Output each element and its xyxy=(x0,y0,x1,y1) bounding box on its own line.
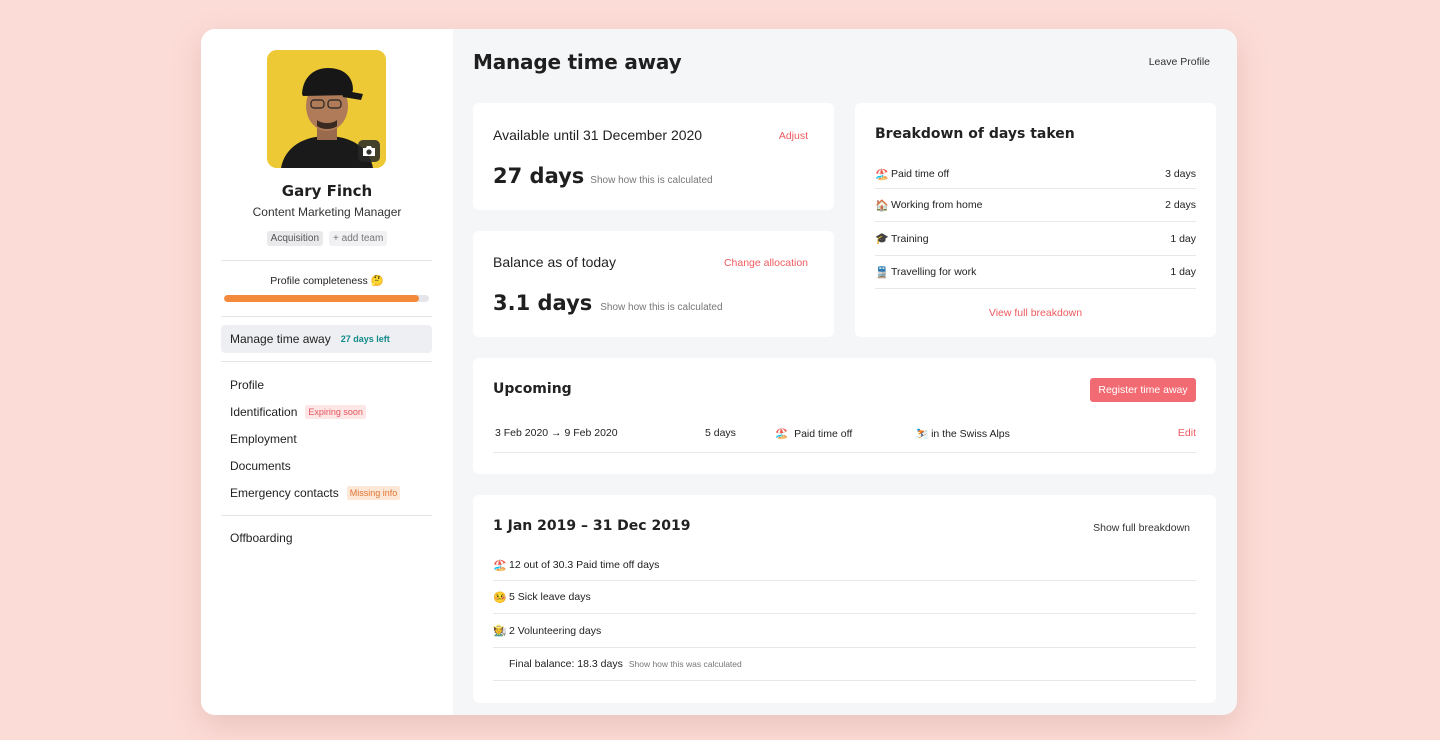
nav-item-documents[interactable]: Documents xyxy=(230,459,291,473)
nav-item-profile[interactable]: Profile xyxy=(230,378,264,392)
view-full-breakdown-link[interactable]: View full breakdown xyxy=(855,307,1216,319)
nav-item-label: Profile xyxy=(230,378,265,392)
profile-sidebar: Gary Finch Content Marketing Manager Acq… xyxy=(201,29,453,715)
beach-icon: 🏖️ xyxy=(775,428,789,440)
balance-days: 3.1 days xyxy=(493,291,593,315)
breakdown-row: 🏖️ Paid time off 3 days xyxy=(875,160,1196,189)
nav-item-identification[interactable]: Identification Expiring soon xyxy=(230,405,366,419)
breakdown-label: Working from home xyxy=(891,199,983,211)
days-left-badge: 27 days left xyxy=(340,334,390,344)
profile-completeness-bar xyxy=(224,295,429,302)
period-row-label: 2 Volunteering days xyxy=(509,624,602,637)
period-row-label: 12 out of 30.3 Paid time off days xyxy=(509,559,660,571)
upcoming-type-label: Paid time off xyxy=(794,427,853,440)
breakdown-value: 1 day xyxy=(1170,232,1196,245)
progress-fill xyxy=(224,295,419,302)
period-card: 1 Jan 2019 – 31 Dec 2019 Show full break… xyxy=(473,495,1216,703)
show-full-breakdown-link[interactable]: Show full breakdown xyxy=(1093,522,1190,534)
skier-icon: ⛷️ xyxy=(915,428,929,440)
sick-face-icon: 🤒 xyxy=(493,591,507,604)
divider xyxy=(221,361,432,362)
breakdown-label: Travelling for work xyxy=(891,266,977,278)
upcoming-note-label: in the Swiss Alps xyxy=(931,427,1010,440)
balance-card: Balance as of today Change allocation 3.… xyxy=(473,231,834,337)
breakdown-value: 2 days xyxy=(1165,199,1196,211)
breakdown-row: 🚆 Travelling for work 1 day xyxy=(875,256,1196,289)
leave-profile-link[interactable]: Leave Profile xyxy=(1149,56,1210,68)
main-content: Manage time away Leave Profile Available… xyxy=(453,29,1237,715)
beach-icon: 🏖️ xyxy=(493,559,507,572)
add-team-button[interactable]: + add team xyxy=(329,231,388,246)
period-row-label: 5 Sick leave days xyxy=(509,591,591,603)
breakdown-row: 🎓 Training 1 day xyxy=(875,222,1196,256)
farmer-icon: 🧑‍🌾 xyxy=(493,625,507,637)
edit-link[interactable]: Edit xyxy=(1178,427,1196,439)
nav-item-manage-time-away[interactable]: Manage time away 27 days left xyxy=(221,325,432,353)
upcoming-type: 🏖️ Paid time off xyxy=(775,427,853,441)
upcoming-note: ⛷️ in the Swiss Alps xyxy=(915,427,1010,441)
calculation-link[interactable]: Show how this is calculated xyxy=(600,302,722,313)
breakdown-label: Training xyxy=(891,232,929,245)
nav-item-label: Identification xyxy=(230,405,298,419)
breakdown-value: 1 day xyxy=(1170,266,1196,278)
upcoming-row: 3 Feb 2020 → 9 Feb 2020 5 days 🏖️ Paid t… xyxy=(493,416,1196,453)
nav-item-label: Manage time away xyxy=(230,332,331,346)
final-balance-calculation-link[interactable]: Show how this was calculated xyxy=(629,659,742,669)
period-row: 🤒 5 Sick leave days xyxy=(493,581,1196,614)
period-row: 🧑‍🌾 2 Volunteering days xyxy=(493,614,1196,648)
final-balance-row: Final balance: 18.3 days Show how this w… xyxy=(493,648,1196,681)
nav-item-label: Offboarding xyxy=(230,531,293,545)
user-role: Content Marketing Manager xyxy=(252,205,402,219)
avatar[interactable] xyxy=(267,50,386,168)
breakdown-row: 🏠 Working from home 2 days xyxy=(875,189,1196,222)
divider xyxy=(221,316,432,317)
divider xyxy=(221,260,432,261)
team-chips: Acquisition + add team xyxy=(201,231,453,246)
card-title: 1 Jan 2019 – 31 Dec 2019 xyxy=(493,518,691,534)
card-title: Upcoming xyxy=(493,381,572,397)
final-balance-label: Final balance: 18.3 days xyxy=(509,658,623,670)
team-chip[interactable]: Acquisition xyxy=(266,231,324,246)
app-window: Gary Finch Content Marketing Manager Acq… xyxy=(201,29,1237,715)
available-value-row: 27 days Show how this is calculated xyxy=(493,164,713,188)
nav-item-employment[interactable]: Employment xyxy=(230,432,297,446)
calculation-link[interactable]: Show how this is calculated xyxy=(590,175,712,186)
nav-item-emergency-contacts[interactable]: Emergency contacts Missing info xyxy=(230,486,401,500)
nav-item-label: Documents xyxy=(230,459,291,473)
beach-icon: 🏖️ xyxy=(875,168,889,181)
balance-value-row: 3.1 days Show how this is calculated xyxy=(493,291,723,315)
register-time-away-button[interactable]: Register time away xyxy=(1090,378,1196,402)
nav-item-offboarding[interactable]: Offboarding xyxy=(230,531,293,545)
upcoming-dates: 3 Feb 2020 → 9 Feb 2020 xyxy=(495,427,618,439)
available-card: Available until 31 December 2020 Adjust … xyxy=(473,103,834,210)
home-icon: 🏠 xyxy=(875,199,889,212)
expiring-soon-badge: Expiring soon xyxy=(305,405,366,419)
period-row: 🏖️ 12 out of 30.3 Paid time off days xyxy=(493,550,1196,581)
graduation-cap-icon: 🎓 xyxy=(875,233,889,245)
card-title: Available until 31 December 2020 xyxy=(493,127,703,143)
page-title: Manage time away xyxy=(473,50,682,74)
breakdown-card: Breakdown of days taken 🏖️ Paid time off… xyxy=(855,103,1216,337)
missing-info-badge: Missing info xyxy=(346,486,401,500)
camera-icon[interactable] xyxy=(358,140,380,162)
upcoming-duration: 5 days xyxy=(705,427,736,439)
card-title: Breakdown of days taken xyxy=(875,126,1075,142)
nav-item-label: Employment xyxy=(230,432,297,446)
adjust-link[interactable]: Adjust xyxy=(779,130,808,142)
user-name: Gary Finch xyxy=(281,182,373,200)
nav-item-label: Emergency contacts xyxy=(230,486,339,500)
upcoming-card: Upcoming Register time away 3 Feb 2020 →… xyxy=(473,358,1216,474)
breakdown-label: Paid time off xyxy=(891,168,950,180)
change-allocation-link[interactable]: Change allocation xyxy=(724,257,808,269)
profile-completeness-label: Profile completeness 🤔 xyxy=(270,275,384,287)
train-icon: 🚆 xyxy=(875,266,889,279)
card-title: Balance as of today xyxy=(493,254,616,270)
breakdown-value: 3 days xyxy=(1165,168,1196,180)
available-days: 27 days xyxy=(493,164,585,188)
divider xyxy=(221,515,432,516)
